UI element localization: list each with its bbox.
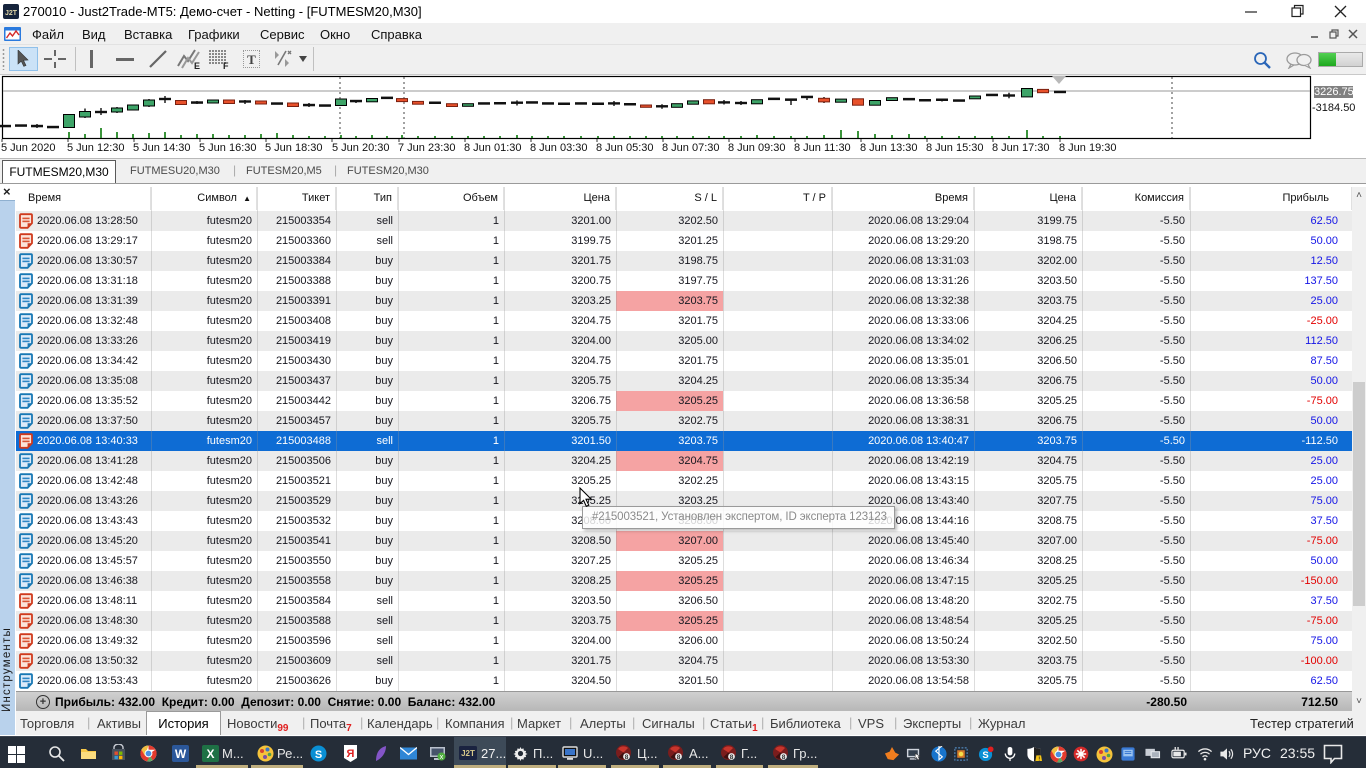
- svg-text:J2T: J2T: [461, 749, 475, 758]
- svg-text:8: 8: [730, 754, 734, 761]
- svg-text:!: !: [1038, 756, 1040, 762]
- svg-text:S: S: [315, 749, 322, 761]
- svg-text:S: S: [982, 749, 988, 760]
- svg-text:J2T: J2T: [5, 10, 18, 17]
- svg-text:8: 8: [625, 754, 629, 761]
- svg-text:8: 8: [677, 754, 681, 761]
- svg-text:Я: Я: [347, 748, 355, 760]
- svg-text:W: W: [175, 747, 187, 761]
- svg-text:E: E: [194, 61, 200, 70]
- svg-text:X: X: [206, 747, 214, 761]
- svg-text:x: x: [440, 752, 444, 761]
- svg-text:F: F: [223, 61, 229, 70]
- svg-text:8: 8: [782, 754, 786, 761]
